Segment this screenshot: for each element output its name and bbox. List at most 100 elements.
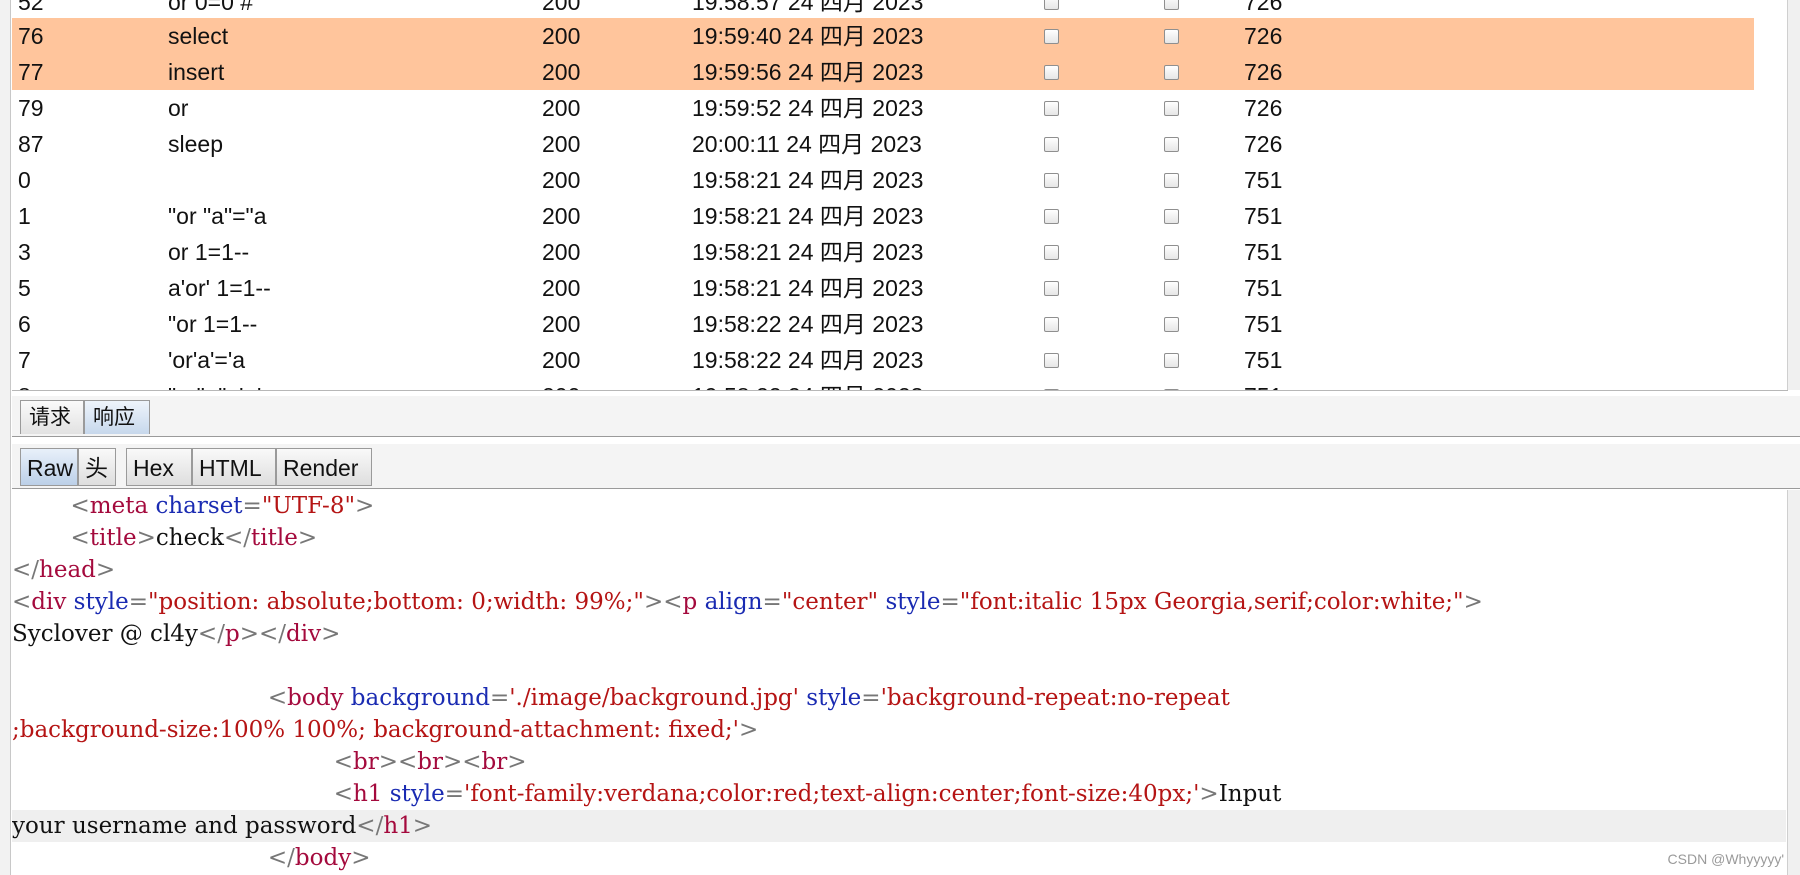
status-code: 200: [542, 95, 581, 121]
status-code: 200: [542, 311, 581, 337]
response-length: 726: [1244, 95, 1283, 121]
response-length: 751: [1244, 203, 1283, 229]
payload: 'or'a'='a: [168, 347, 246, 373]
timeout-checkbox[interactable]: [1164, 306, 1179, 342]
code-line: <title>check</title>: [70, 525, 318, 551]
status-code: 200: [542, 203, 581, 229]
payload: or: [168, 95, 189, 121]
status-code: 200: [542, 275, 581, 301]
message-tabbar: 请求 响应: [12, 396, 1800, 437]
timeout-checkbox[interactable]: [1164, 198, 1179, 234]
error-checkbox[interactable]: [1044, 126, 1059, 162]
request-id: 76: [18, 23, 44, 49]
status-code: 200: [542, 347, 581, 373]
tab-request[interactable]: 请求: [20, 400, 84, 434]
error-checkbox[interactable]: [1044, 342, 1059, 378]
code-line: Syclover @ cl4y</p></div>: [12, 621, 341, 647]
response-code-view[interactable]: <meta charset="UTF-8"> <title>check</tit…: [12, 490, 1786, 875]
code-line: <h1 style='font-family:verdana;color:red…: [333, 781, 1282, 807]
timestamp: 19:58:21 24 四月 2023: [692, 167, 924, 193]
table-row[interactable]: 79 or 200 19:59:52 24 四月 2023 726: [12, 90, 1754, 126]
request-id: 77: [18, 59, 44, 85]
table-row[interactable]: 5 a'or' 1=1-- 200 19:58:21 24 四月 2023 75…: [12, 270, 1754, 306]
table-row[interactable]: 8 "or"="a'='a 200 19:58:22 24 四月 2023 75…: [12, 378, 1754, 390]
table-row[interactable]: 77 insert 200 19:59:56 24 四月 2023 726: [12, 54, 1754, 90]
timestamp: 19:58:22 24 四月 2023: [692, 347, 924, 373]
status-code: 200: [542, 378, 580, 390]
request-id: 52: [18, 0, 44, 15]
tab-render[interactable]: Render: [276, 448, 372, 486]
timeout-checkbox[interactable]: [1164, 342, 1179, 378]
response-length: 751: [1244, 239, 1283, 265]
error-checkbox[interactable]: [1044, 162, 1059, 198]
status-code: 200: [542, 23, 581, 49]
code-line: <meta charset="UTF-8">: [70, 493, 375, 519]
response-length: 751: [1244, 167, 1283, 193]
error-checkbox[interactable]: [1044, 90, 1059, 126]
watermark: CSDN @Whyyyyy': [1667, 851, 1784, 867]
payload: insert: [168, 59, 225, 85]
error-checkbox[interactable]: [1044, 18, 1059, 54]
table-row[interactable]: 52 or 0=0 # 200 19:58:57 24 四月 2023 726: [12, 0, 1754, 20]
response-length: 726: [1244, 23, 1283, 49]
request-id: 0: [18, 167, 31, 193]
timeout-checkbox[interactable]: [1164, 0, 1179, 20]
response-length: 726: [1244, 59, 1283, 85]
tab-response[interactable]: 响应: [84, 400, 150, 434]
view-tabbar: Raw 头 Hex HTML Render: [12, 444, 1800, 489]
table-row[interactable]: 7 'or'a'='a 200 19:58:22 24 四月 2023 751: [12, 342, 1754, 378]
payload: a'or' 1=1--: [168, 275, 271, 301]
response-length: 751: [1244, 311, 1283, 337]
tab-raw[interactable]: Raw: [20, 448, 78, 486]
request-id: 79: [18, 95, 44, 121]
status-code: 200: [542, 59, 581, 85]
timeout-checkbox[interactable]: [1164, 162, 1179, 198]
tab-hex[interactable]: Hex: [126, 448, 192, 486]
timestamp: 19:59:56 24 四月 2023: [692, 59, 924, 85]
response-length: 726: [1244, 0, 1283, 15]
timeout-checkbox[interactable]: [1164, 18, 1179, 54]
code-line: </head>: [12, 557, 116, 583]
timeout-checkbox[interactable]: [1164, 234, 1179, 270]
timeout-checkbox[interactable]: [1164, 126, 1179, 162]
error-checkbox[interactable]: [1044, 234, 1059, 270]
table-row[interactable]: 87 sleep 200 20:00:11 24 四月 2023 726: [12, 126, 1754, 162]
timeout-checkbox[interactable]: [1164, 90, 1179, 126]
table-row[interactable]: 3 or 1=1-- 200 19:58:21 24 四月 2023 751: [12, 234, 1754, 270]
error-checkbox[interactable]: [1044, 270, 1059, 306]
error-checkbox[interactable]: [1044, 0, 1059, 20]
left-edge-panel: [0, 0, 11, 875]
timestamp: 19:58:22 24 四月 2023: [692, 311, 924, 337]
code-line-current: your username and password</h1>: [12, 810, 1786, 842]
payload: or 0=0 #: [168, 0, 254, 15]
table-row[interactable]: 6 "or 1=1-- 200 19:58:22 24 四月 2023 751: [12, 306, 1754, 342]
status-code: 200: [542, 0, 581, 15]
timeout-checkbox[interactable]: [1164, 270, 1179, 306]
timestamp: 19:59:52 24 四月 2023: [692, 95, 924, 121]
code-scrollbar[interactable]: [1787, 490, 1800, 875]
error-checkbox[interactable]: [1044, 198, 1059, 234]
error-checkbox[interactable]: [1044, 54, 1059, 90]
code-line: ;background-size:100% 100%; background-a…: [12, 717, 759, 743]
tab-html[interactable]: HTML: [192, 448, 276, 486]
payload: "or 1=1--: [168, 311, 258, 337]
table-row[interactable]: 76 select 200 19:59:40 24 四月 2023 726: [12, 18, 1754, 54]
request-id: 7: [18, 347, 31, 373]
code-line: </body>: [267, 845, 371, 871]
payload: "or"="a'='a: [168, 378, 274, 390]
timeout-checkbox[interactable]: [1164, 378, 1179, 390]
table-row[interactable]: 0 200 19:58:21 24 四月 2023 751: [12, 162, 1754, 198]
timestamp: 19:59:40 24 四月 2023: [692, 23, 924, 49]
request-id: 1: [18, 203, 31, 229]
code-line: <body background='./image/background.jpg…: [267, 685, 1230, 711]
error-checkbox[interactable]: [1044, 378, 1059, 390]
timeout-checkbox[interactable]: [1164, 54, 1179, 90]
response-length: 751: [1244, 347, 1283, 373]
tab-headers[interactable]: 头: [78, 448, 116, 486]
request-id: 87: [18, 131, 44, 157]
error-checkbox[interactable]: [1044, 306, 1059, 342]
table-row[interactable]: 1 "or "a"="a 200 19:58:21 24 四月 2023 751: [12, 198, 1754, 234]
results-scrollbar[interactable]: [1787, 0, 1800, 390]
request-id: 6: [18, 311, 31, 337]
